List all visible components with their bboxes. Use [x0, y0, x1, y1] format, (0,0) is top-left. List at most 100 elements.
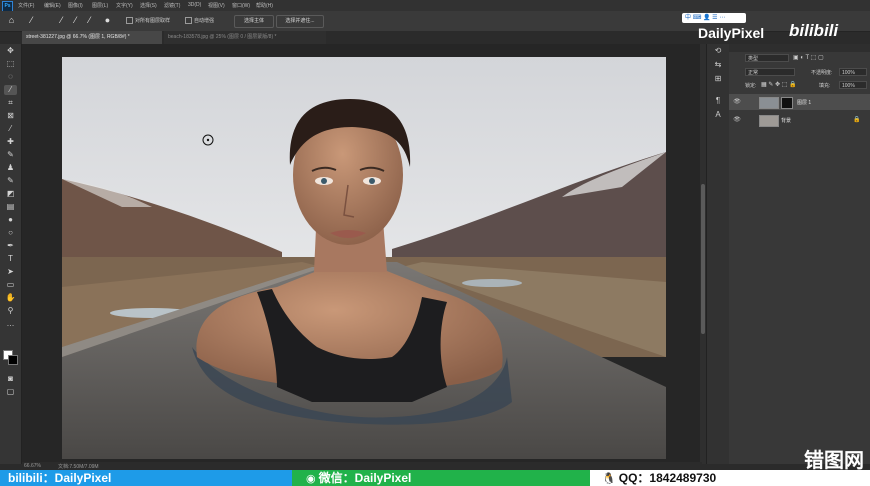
menu-view[interactable]: 视图(V) [208, 2, 225, 9]
opacity-label: 不透明度: [811, 70, 833, 76]
menu-help[interactable]: 帮助(H) [256, 2, 273, 9]
add-selection-icon[interactable]: ⁄ [70, 15, 81, 26]
fill-label: 填充: [819, 83, 831, 89]
menu-window[interactable]: 窗口(W) [232, 2, 250, 9]
quick-select-tool-icon[interactable]: ⁄ [26, 15, 37, 26]
hand-tool-icon[interactable]: ✋ [4, 293, 17, 303]
menu-3d[interactable]: 3D(D) [188, 2, 201, 8]
layer-name[interactable]: 图层 1 [797, 99, 811, 106]
marquee-tool-icon[interactable]: ⬚ [4, 59, 17, 69]
layer-kind-filter[interactable]: 类型 [745, 54, 789, 62]
zoom-level[interactable]: 66.67% [24, 463, 41, 469]
auto-enhance-label: 自动增强 [194, 18, 215, 24]
menu-bar: Ps 文件(F) 编辑(E) 图像(I) 图层(L) 文字(Y) 选择(S) 滤… [0, 0, 870, 12]
screen-mode-icon[interactable]: ▢ [4, 387, 17, 397]
sample-all-layers-label: 对所有图层取样 [135, 18, 171, 24]
qq-icon: 🐧 [602, 473, 619, 485]
history-icon[interactable]: ⟲ [712, 46, 724, 56]
move-tool-icon[interactable]: ✥ [4, 46, 17, 56]
document-canvas[interactable] [62, 57, 666, 459]
dodge-tool-icon[interactable]: ○ [4, 228, 17, 238]
menu-edit[interactable]: 编辑(E) [44, 2, 61, 9]
sample-all-layers-checkbox[interactable] [126, 17, 133, 24]
stamp-tool-icon[interactable]: ♟ [4, 163, 17, 173]
menu-select[interactable]: 选择(S) [140, 2, 157, 9]
document-size[interactable]: 文档:7.50M/7.09M [58, 463, 99, 470]
menu-layer[interactable]: 图层(L) [92, 2, 108, 9]
quick-mask-icon[interactable]: ◙ [4, 374, 17, 384]
new-selection-icon[interactable]: ⁄ [56, 15, 67, 26]
menu-type[interactable]: 文字(Y) [116, 2, 133, 9]
layer-row[interactable]: 👁 图层 1 [729, 94, 870, 110]
menu-image[interactable]: 图像(I) [68, 2, 83, 9]
frame-tool-icon[interactable]: ⊠ [4, 111, 17, 121]
watermark-bottom-bar: bilibili：DailyPixel ◉ 微信：DailyPixel 🐧 QQ… [0, 450, 870, 486]
select-and-mask-button[interactable]: 选择并遮住... [276, 15, 324, 28]
document-tabs: street-381227.jpg @ 66.7% (图层 1, RGB/8#)… [22, 31, 702, 44]
site-watermark: 错图网 [730, 444, 870, 472]
tab-label: beach-183578.jpg @ 25% (图层 0 / 图层蒙版/8) * [168, 34, 277, 40]
site-watermark-text: 错图网 [804, 450, 864, 472]
layer-thumbnail [759, 115, 779, 127]
filter-icons[interactable]: ▣ ◐ T ⬚ ▢ [793, 54, 863, 62]
menu-filter[interactable]: 滤镜(T) [164, 2, 180, 9]
bilibili-logo: bilibili [789, 21, 839, 40]
auto-enhance-checkbox[interactable] [185, 17, 192, 24]
panel-icons-strip: ⟲ ⇆ ⊞ ¶ A [706, 44, 729, 464]
bilibili-handle-text: bilibili：DailyPixel [8, 471, 112, 485]
visibility-eye-icon[interactable]: 👁 [733, 116, 741, 124]
quick-selection-tool-icon[interactable]: ⁄ [4, 85, 17, 95]
composite-image [62, 57, 666, 459]
fill-value: 100% [842, 83, 855, 89]
lock-label: 锁定: [745, 83, 757, 89]
more-tools-icon[interactable]: … [4, 319, 17, 329]
gradient-tool-icon[interactable]: ▤ [4, 202, 17, 212]
tab-street[interactable]: street-381227.jpg @ 66.7% (图层 1, RGB/8#)… [22, 31, 162, 44]
watermark-brand: 中 ⌨ 👤 ☰ ⋯ DailyPixel bilibili [682, 11, 870, 47]
opacity-input[interactable]: 100% [839, 68, 867, 76]
lock-icon: 🔒 [853, 117, 861, 123]
rectangle-tool-icon[interactable]: ▭ [4, 280, 17, 290]
zoom-tool-icon[interactable]: ⚲ [4, 306, 17, 316]
eyedropper-tool-icon[interactable]: ⁄ [4, 124, 17, 134]
layer-mask-thumbnail[interactable] [781, 97, 793, 109]
history-brush-tool-icon[interactable]: ✎ [4, 176, 17, 186]
adjustments-icon[interactable]: ⊞ [712, 74, 724, 84]
layer-row[interactable]: 👁 背景 🔒 [729, 112, 870, 128]
tab-label: street-381227.jpg @ 66.7% (图层 1, RGB/8#)… [26, 34, 130, 40]
lock-icons[interactable]: ▦ ✎ ✥ ⬚ 🔒 [761, 81, 797, 88]
status-bar: 66.67% 文档:7.50M/7.09M [22, 462, 702, 470]
crop-tool-icon[interactable]: ⌗ [4, 98, 17, 108]
background-color-swatch[interactable] [8, 355, 18, 365]
select-subject-button[interactable]: 选择主体 [234, 15, 274, 28]
brand-name: DailyPixel [698, 25, 765, 41]
healing-brush-tool-icon[interactable]: ✚ [4, 137, 17, 147]
brush-size-icon[interactable]: ● [102, 15, 113, 26]
character-icon[interactable]: A [712, 110, 724, 120]
menu-file[interactable]: 文件(F) [18, 2, 34, 9]
fill-input[interactable]: 100% [839, 81, 867, 89]
qq-handle-text: QQ：1842489730 [618, 471, 717, 485]
paragraph-icon[interactable]: ¶ [712, 96, 724, 106]
lasso-tool-icon[interactable]: ◌ [4, 72, 17, 82]
visibility-eye-icon[interactable]: 👁 [733, 98, 741, 106]
bilibili-handle: bilibili：DailyPixel [0, 470, 292, 486]
scroll-thumb[interactable] [701, 184, 705, 334]
brush-tool-icon[interactable]: ✎ [4, 150, 17, 160]
wechat-handle-text: 微信：DailyPixel [318, 471, 412, 485]
blend-mode-value: 正常 [748, 70, 759, 76]
blend-mode-select[interactable]: 正常 [745, 68, 795, 76]
pen-tool-icon[interactable]: ✒ [4, 241, 17, 251]
properties-icon[interactable]: ⇆ [712, 60, 724, 70]
layers-panel: 类型 ▣ ◐ T ⬚ ▢ 正常 不透明度: 100% 锁定: ▦ ✎ ✥ ⬚ 🔒… [729, 44, 870, 464]
blur-tool-icon[interactable]: ● [4, 215, 17, 225]
subtract-selection-icon[interactable]: ⁄ [84, 15, 95, 26]
ime-toolbar[interactable]: 中 ⌨ 👤 ☰ ⋯ [682, 13, 746, 23]
path-selection-tool-icon[interactable]: ➤ [4, 267, 17, 277]
home-icon[interactable]: ⌂ [6, 15, 17, 26]
eraser-tool-icon[interactable]: ◩ [4, 189, 17, 199]
tab-beach[interactable]: beach-183578.jpg @ 25% (图层 0 / 图层蒙版/8) * [164, 31, 326, 44]
layer-name[interactable]: 背景 [781, 117, 791, 124]
ime-mode: 中 [685, 15, 692, 21]
type-tool-icon[interactable]: T [4, 254, 17, 264]
